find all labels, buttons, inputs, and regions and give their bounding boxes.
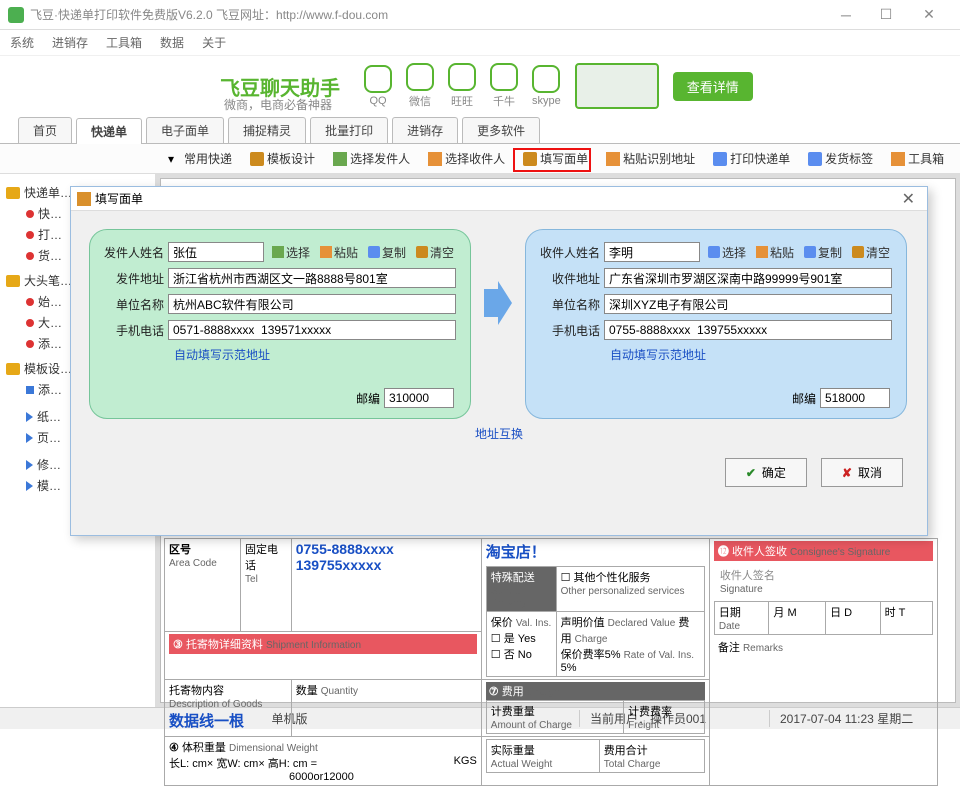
print-icon: [713, 152, 727, 166]
copy-icon: [804, 246, 816, 258]
toolbox-icon: [891, 152, 905, 166]
tab-more[interactable]: 更多软件: [462, 117, 540, 143]
skype-icon: skype: [532, 65, 561, 107]
tbtn-template[interactable]: 模板设计: [242, 147, 323, 170]
tbtn-label[interactable]: 发货标签: [800, 147, 881, 170]
tab-express[interactable]: 快递单: [76, 118, 142, 144]
receiver-addr-input[interactable]: [604, 268, 892, 288]
dialog-header: 填写面单 ✕: [71, 187, 927, 211]
edit-icon: [523, 152, 537, 166]
fill-form-dialog: 填写面单 ✕ 发件人姓名 选择 粘贴 复制 清空 发件地址 单位名称 手机电话 …: [70, 186, 928, 536]
tab-stock[interactable]: 进销存: [392, 117, 458, 143]
menu-system[interactable]: 系统: [10, 34, 34, 51]
sender-autofill-link[interactable]: 自动填写示范地址: [174, 346, 456, 363]
folder-icon: [6, 187, 20, 199]
user-icon: [708, 246, 720, 258]
tbtn-common[interactable]: 常用快递: [176, 147, 240, 170]
sender-name-label: 发件人姓名: [104, 244, 164, 261]
sender-panel: 发件人姓名 选择 粘贴 复制 清空 发件地址 单位名称 手机电话 自动填写示范地…: [89, 229, 471, 419]
ok-button[interactable]: ✔确定: [725, 458, 807, 487]
tbtn-fillform[interactable]: 填写面单: [515, 147, 596, 170]
sender-paste-button[interactable]: 粘贴: [320, 244, 358, 261]
clear-icon: [416, 246, 428, 258]
minimize-button[interactable]: ─: [826, 0, 866, 30]
app-icon: [8, 7, 24, 23]
receiver-paste-button[interactable]: 粘贴: [756, 244, 794, 261]
qianniu-icon: 千牛: [490, 63, 518, 109]
sender-select-button[interactable]: 选择: [272, 244, 310, 261]
view-details-button[interactable]: 查看详情: [673, 72, 753, 101]
tbtn-receiver[interactable]: 选择收件人: [420, 147, 513, 170]
user-icon: [272, 246, 284, 258]
receiver-company-input[interactable]: [604, 294, 892, 314]
menu-inventory[interactable]: 进销存: [52, 34, 88, 51]
receiver-panel: 收件人姓名 选择 粘贴 复制 清空 收件地址 单位名称 手机电话 自动填写示范地…: [525, 229, 907, 419]
sender-addr-input[interactable]: [168, 268, 456, 288]
sender-postal-input[interactable]: [384, 388, 454, 408]
tbtn-tools[interactable]: 工具箱: [883, 147, 952, 170]
sender-name-input[interactable]: [168, 242, 264, 262]
receiver-copy-button[interactable]: 复制: [804, 244, 842, 261]
banner-subtitle: 微商，电商必备神器: [224, 96, 332, 113]
dialog-close-button[interactable]: ✕: [896, 189, 921, 209]
pen-icon: [77, 192, 91, 206]
sender-copy-button[interactable]: 复制: [368, 244, 406, 261]
folder-icon: [6, 363, 20, 375]
template-preview: 区号Area Code 固定电话Tel 0755-8888xxxx139755x…: [164, 538, 938, 688]
folder-icon: [6, 275, 20, 287]
tab-capture[interactable]: 捕捉精灵: [228, 117, 306, 143]
window-title: 飞豆·快递单打印软件免费版V6.2.0 飞豆网址：http://www.f-do…: [30, 6, 826, 23]
paste-icon: [606, 152, 620, 166]
transfer-arrow-icon: [483, 279, 513, 327]
user-orange-icon: [428, 152, 442, 166]
maximize-button[interactable]: ☐: [866, 0, 906, 30]
qq-icon: QQ: [364, 65, 392, 107]
wangwang-icon: 旺旺: [448, 63, 476, 109]
banner: 飞豆聊天助手 微商，电商必备神器 QQ 微信 旺旺 千牛 skype 查看详情: [0, 56, 960, 116]
sender-company-input[interactable]: [168, 294, 456, 314]
toolbar: ▾ 常用快递 模板设计 选择发件人 选择收件人 填写面单 粘贴识别地址 打印快递…: [0, 144, 960, 174]
receiver-select-button[interactable]: 选择: [708, 244, 746, 261]
tab-eform[interactable]: 电子面单: [146, 117, 224, 143]
swap-address-link[interactable]: 地址互换: [71, 425, 927, 442]
titlebar: 飞豆·快递单打印软件免费版V6.2.0 飞豆网址：http://www.f-do…: [0, 0, 960, 30]
receiver-autofill-link[interactable]: 自动填写示范地址: [610, 346, 892, 363]
receiver-clear-button[interactable]: 清空: [852, 244, 890, 261]
user-green-icon: [333, 152, 347, 166]
wechat-icon: 微信: [406, 63, 434, 109]
paste-icon: [756, 246, 768, 258]
banner-thumbnail: [575, 63, 659, 109]
receiver-phone-input[interactable]: [604, 320, 892, 340]
tbtn-paste-addr[interactable]: 粘贴识别地址: [598, 147, 703, 170]
receiver-name-label: 收件人姓名: [540, 244, 600, 261]
main-tabs: 首页 快递单 电子面单 捕捉精灵 批量打印 进销存 更多软件: [0, 116, 960, 144]
tbtn-print[interactable]: 打印快递单: [705, 147, 798, 170]
copy-icon: [368, 246, 380, 258]
menu-about[interactable]: 关于: [202, 34, 226, 51]
clear-icon: [852, 246, 864, 258]
tbtn-sender[interactable]: 选择发件人: [325, 147, 418, 170]
sender-phone-input[interactable]: [168, 320, 456, 340]
dialog-title: 填写面单: [95, 190, 143, 207]
receiver-postal-input[interactable]: [820, 388, 890, 408]
menu-toolbox[interactable]: 工具箱: [106, 34, 142, 51]
receiver-name-input[interactable]: [604, 242, 700, 262]
menu-data[interactable]: 数据: [160, 34, 184, 51]
tab-batch[interactable]: 批量打印: [310, 117, 388, 143]
sender-clear-button[interactable]: 清空: [416, 244, 454, 261]
cancel-button[interactable]: ✘取消: [821, 458, 903, 487]
label-icon: [808, 152, 822, 166]
pen-icon: [250, 152, 264, 166]
menubar: 系统 进销存 工具箱 数据 关于: [0, 30, 960, 56]
paste-icon: [320, 246, 332, 258]
close-button[interactable]: ✕: [906, 0, 952, 30]
tab-home[interactable]: 首页: [18, 117, 72, 143]
